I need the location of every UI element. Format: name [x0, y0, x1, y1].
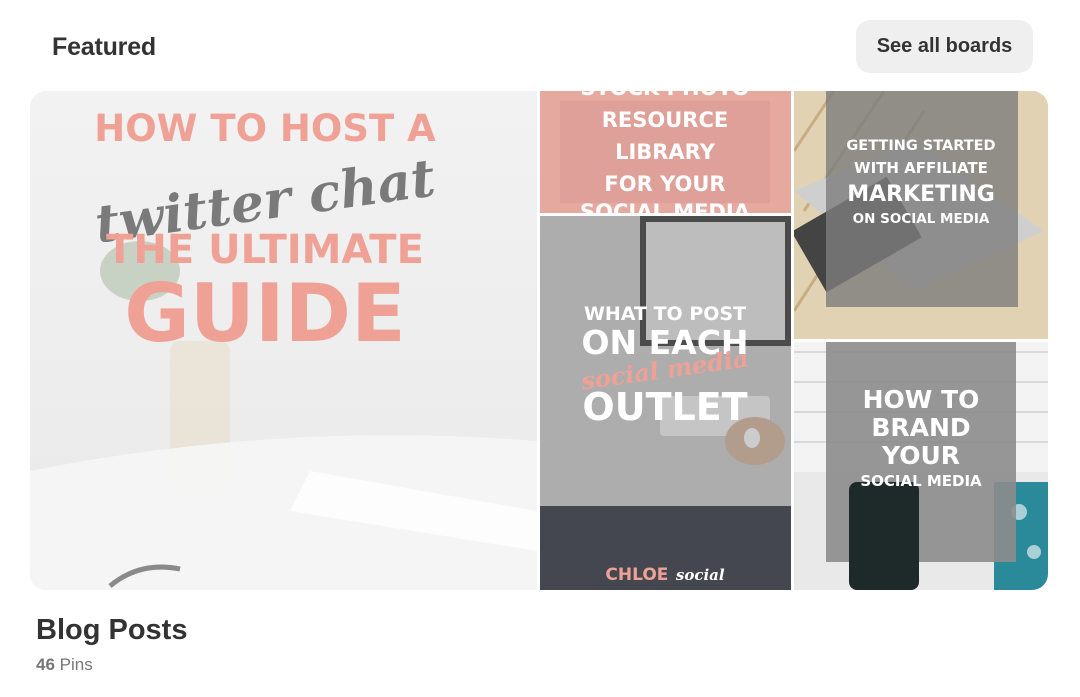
bottom-right-pin-line3: YOUR	[881, 441, 960, 470]
pin-twitter-chat-guide[interactable]: HOW TO HOST A twitter chat THE ULTIMATE …	[30, 91, 537, 590]
board-pin-count: 46 Pins	[36, 655, 93, 675]
bottom-right-pin-line2: BRAND	[871, 413, 970, 442]
top-right-pin-line2: WITH AFFILIATE	[854, 159, 988, 177]
chloe-social-logo: CHLOE social	[605, 565, 724, 585]
top-middle-pin-line0: STOCK PHOTO	[580, 91, 749, 100]
top-right-pin-line4: ON SOCIAL MEDIA	[853, 211, 990, 227]
top-middle-pin-line3: FOR YOUR	[604, 172, 725, 196]
board-cover-collage[interactable]: HOW TO HOST A twitter chat THE ULTIMATE …	[30, 91, 1048, 590]
pin-count-label: Pins	[59, 655, 93, 674]
pin-stock-photo-library[interactable]: STOCK PHOTO RESOURCE LIBRARY FOR YOUR SO…	[540, 91, 791, 213]
middle-pin-line1: WHAT TO POST	[584, 303, 746, 325]
featured-heading: Featured	[52, 33, 156, 61]
pin-brand-social-media[interactable]: HOW TO BRAND YOUR SOCIAL MEDIA	[794, 342, 1048, 590]
top-middle-pin-line2: LIBRARY	[615, 140, 716, 164]
middle-pin-line4: OUTLET	[582, 385, 747, 429]
top-right-pin-line1: GETTING STARTED	[846, 138, 995, 154]
see-all-boards-button[interactable]: See all boards	[856, 20, 1033, 73]
bottom-right-pin-line4: SOCIAL MEDIA	[860, 472, 982, 490]
board-title[interactable]: Blog Posts	[36, 614, 187, 647]
bottom-right-pin-line1: HOW TO	[863, 385, 980, 414]
pin-affiliate-marketing[interactable]: GETTING STARTED WITH AFFILIATE MARKETING…	[794, 91, 1048, 339]
top-middle-pin-line4: SOCIAL MEDIA	[580, 200, 751, 213]
pin-count-number: 46	[36, 655, 55, 674]
top-middle-pin-line1: RESOURCE	[602, 108, 728, 132]
top-right-pin-line3: MARKETING	[847, 182, 995, 207]
pin-what-to-post[interactable]: WHAT TO POST ON EACH social media OUTLET…	[540, 216, 791, 590]
main-pin-line1: HOW TO HOST A	[94, 107, 436, 150]
main-pin-line4: GUIDE	[124, 267, 405, 360]
